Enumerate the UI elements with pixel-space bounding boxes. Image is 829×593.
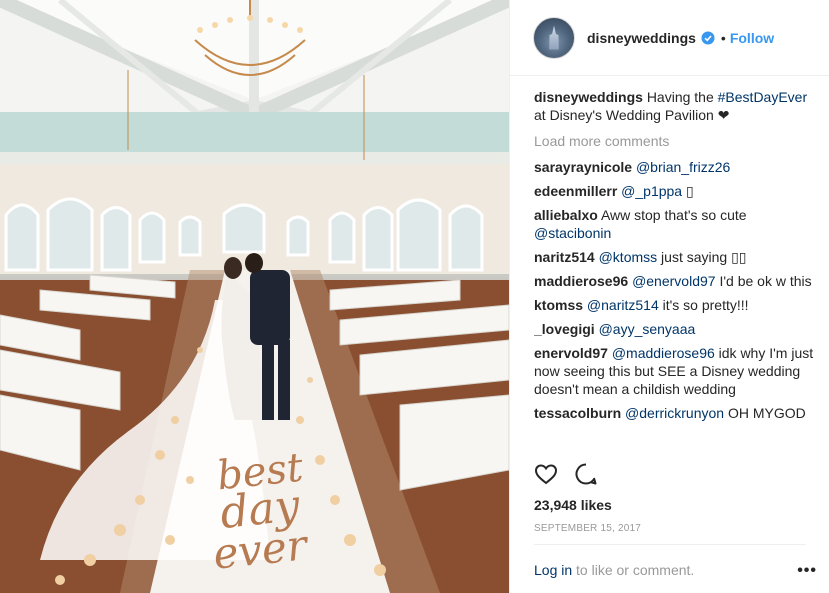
login-prompt: Log in to like or comment.: [534, 562, 694, 578]
post-side-panel: disneyweddings • Follow disneyweddings H…: [509, 0, 829, 593]
comment-mention[interactable]: @brian_frizz26: [636, 159, 730, 175]
castle-icon: [549, 25, 559, 50]
comment-mention[interactable]: @stacibonin: [534, 225, 611, 241]
verified-badge-icon: [701, 31, 715, 44]
avatar[interactable]: [533, 16, 575, 59]
header-separator: •: [720, 29, 726, 46]
comment-item: maddierose96 @enervold97 I'd be ok w thi…: [534, 272, 814, 290]
comment-username[interactable]: edeenmillerr: [534, 183, 617, 199]
comment-mention[interactable]: @ayy_senyaaa: [599, 321, 696, 337]
comment-mention[interactable]: @ktomss: [599, 249, 658, 265]
load-more-comments[interactable]: Load more comments: [534, 132, 814, 150]
comment-username[interactable]: _lovegigi: [534, 321, 595, 337]
comment-mention[interactable]: @_p1ppa: [621, 183, 682, 199]
comments-list: disneyweddings Having the #BestDayEver a…: [534, 88, 814, 456]
instagram-post: best day ever disneyweddings • Follow di…: [0, 0, 829, 593]
follow-button[interactable]: Follow: [730, 30, 774, 46]
more-options-icon[interactable]: •••: [797, 562, 817, 580]
comment-item: alliebalxo Aww stop that's so cute @stac…: [534, 206, 814, 242]
post-photo[interactable]: best day ever: [0, 0, 509, 593]
login-prompt-text: to like or comment.: [572, 562, 695, 578]
comment-username[interactable]: enervold97: [534, 345, 608, 361]
heart-icon[interactable]: [534, 462, 558, 486]
comment-username[interactable]: maddierose96: [534, 273, 628, 289]
caption-text-after: at Disney's Wedding Pavilion ❤: [534, 107, 730, 123]
likes-count[interactable]: 23,948 likes: [534, 497, 612, 513]
comment-text: I'd be ok w this: [715, 273, 812, 289]
login-link[interactable]: Log in: [534, 562, 572, 578]
comment-username[interactable]: sarayraynicole: [534, 159, 632, 175]
caption-text-before: Having the: [646, 89, 718, 105]
comment-mention[interactable]: @maddierose96: [612, 345, 715, 361]
comment-item: _lovegigi @ayy_senyaaa: [534, 320, 814, 338]
comment-mention[interactable]: @naritz514: [587, 297, 659, 313]
caption-hashtag[interactable]: #BestDayEver: [718, 89, 807, 105]
comment-item: sarayraynicole @brian_frizz26: [534, 158, 814, 176]
aisle-script-ever: ever: [210, 520, 310, 579]
comment-item: enervold97 @maddierose96 idk why I'm jus…: [534, 344, 814, 398]
comment-text: ▯: [682, 183, 694, 199]
comment-text: just saying ▯▯: [657, 249, 747, 265]
comment-mention[interactable]: @derrickrunyon: [625, 405, 724, 421]
divider: [534, 544, 806, 545]
comment-text: OH MYGOD: [724, 405, 806, 421]
comment-text: Aww stop that's so cute: [600, 207, 747, 223]
comment-username[interactable]: alliebalxo: [534, 207, 598, 223]
comment-item: naritz514 @ktomss just saying ▯▯: [534, 248, 814, 266]
post-header: disneyweddings • Follow: [510, 0, 829, 76]
comment-item: tessacolburn @derrickrunyon OH MYGOD: [534, 404, 814, 422]
comment-icon[interactable]: [574, 462, 598, 486]
caption-username[interactable]: disneyweddings: [534, 89, 643, 105]
comment-text: it's so pretty!!!: [658, 297, 749, 313]
post-date[interactable]: SEPTEMBER 15, 2017: [534, 523, 641, 534]
comment-item: ktomss @naritz514 it's so pretty!!!: [534, 296, 814, 314]
comment-item: edeenmillerr @_p1ppa ▯: [534, 182, 814, 200]
post-actions: [534, 462, 814, 492]
comment-username[interactable]: naritz514: [534, 249, 595, 265]
caption: disneyweddings Having the #BestDayEver a…: [534, 88, 814, 124]
comment-mention[interactable]: @enervold97: [632, 273, 716, 289]
header-username[interactable]: disneyweddings: [587, 30, 696, 46]
comment-username[interactable]: ktomss: [534, 297, 583, 313]
comment-username[interactable]: tessacolburn: [534, 405, 621, 421]
